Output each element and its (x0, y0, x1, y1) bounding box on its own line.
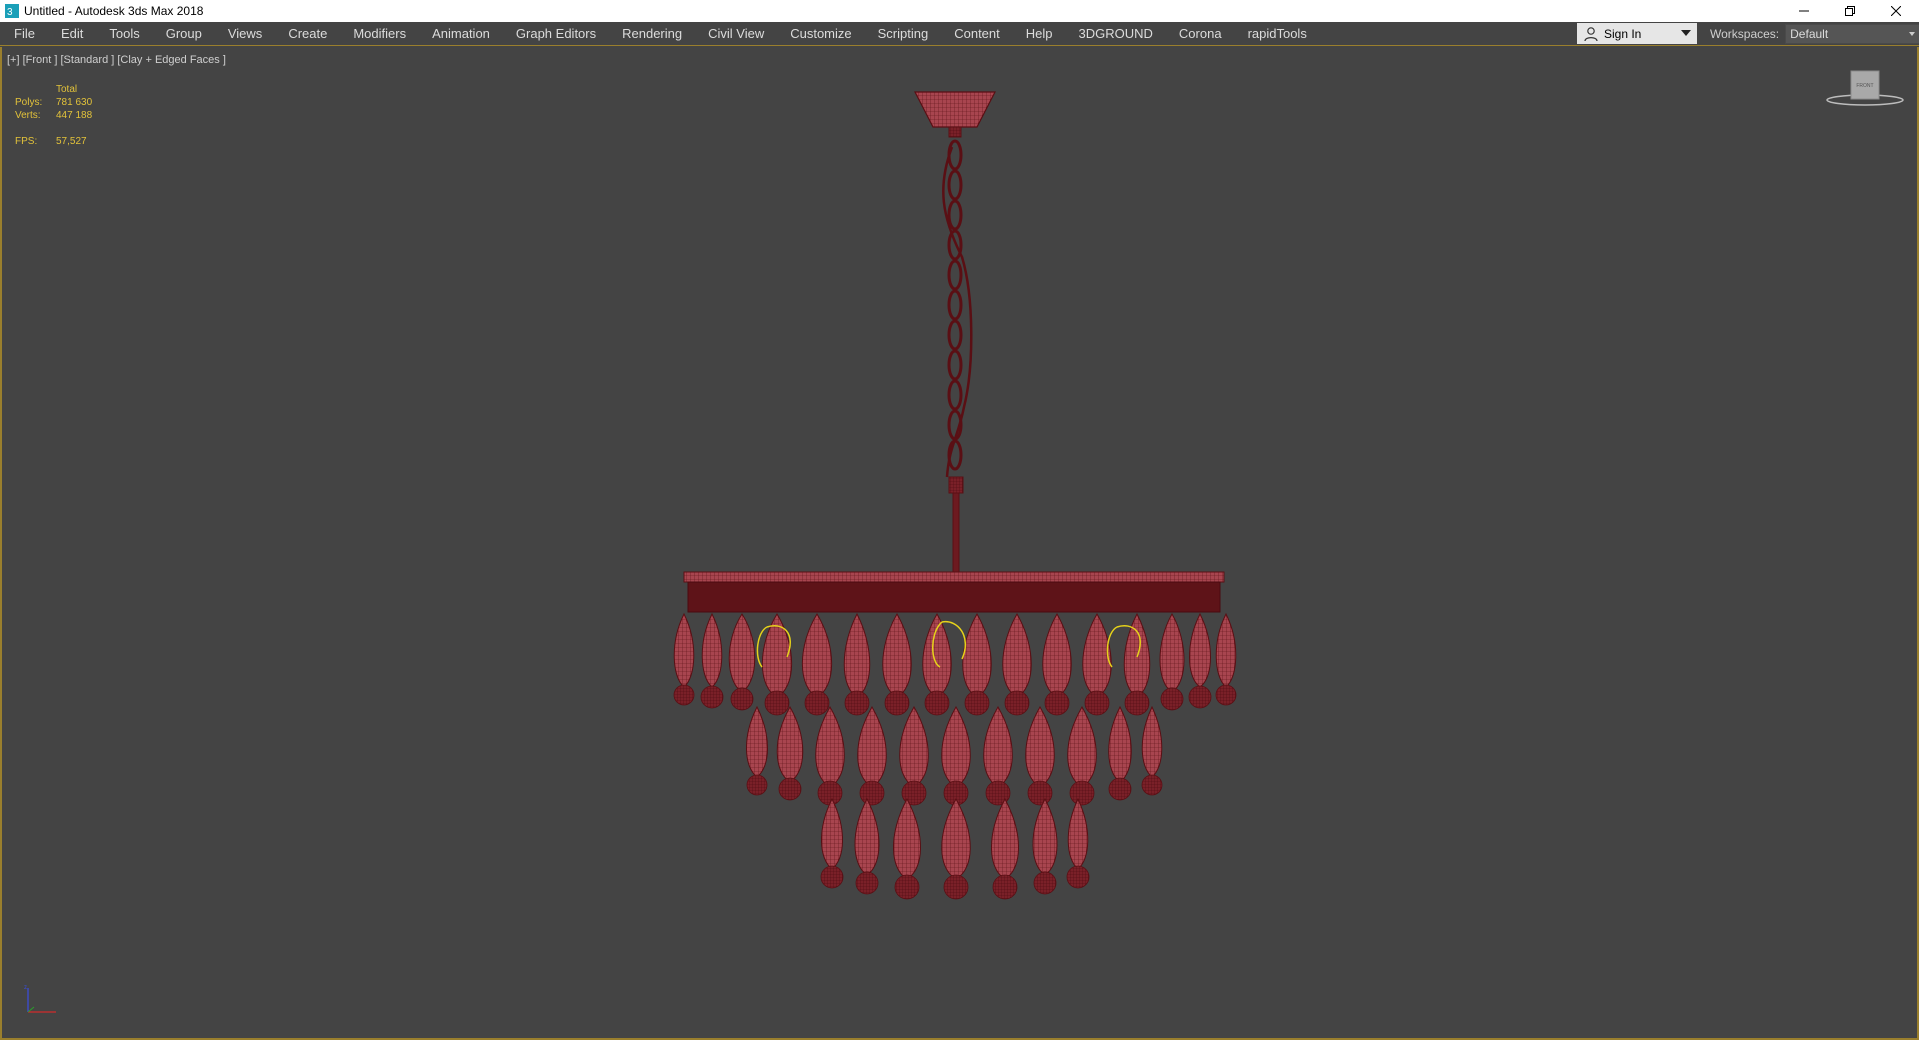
workspaces-label: Workspaces: (1710, 26, 1780, 41)
menu-corona[interactable]: Corona (1166, 22, 1235, 46)
tier-3-crystals (821, 797, 1089, 880)
rod (952, 492, 960, 574)
menu-edit[interactable]: Edit (48, 22, 96, 46)
viewport-statistics: Total Polys: 781 630 Verts: 447 188 FPS: 57… (15, 83, 92, 148)
close-button[interactable] (1873, 0, 1919, 22)
workspaces-value: Default (1790, 26, 1829, 41)
tier-2-crystals (746, 705, 1163, 788)
axis-tripod-icon: z (24, 985, 56, 1013)
menu-rendering[interactable]: Rendering (609, 22, 695, 46)
verts-label: Verts: (15, 110, 41, 121)
chevron-down-icon (1909, 31, 1916, 36)
tier-1-crystals (673, 612, 1237, 698)
frame-top-ring (683, 571, 1225, 583)
sign-in-button[interactable]: Sign In (1577, 23, 1697, 44)
title-bar: 3 Untitled - Autodesk 3ds Max 2018 (0, 0, 1919, 22)
menu-file[interactable]: File (0, 22, 48, 46)
menu-views[interactable]: Views (215, 22, 275, 46)
front-viewport[interactable]: [+] [Front ] [Standard ] [Clay + Edged F… (0, 47, 1919, 1040)
window-title: Untitled - Autodesk 3ds Max 2018 (24, 4, 204, 18)
viewport-label-menu[interactable]: [+] [Front ] [Standard ] [Clay + Edged F… (7, 54, 226, 66)
menu-customize[interactable]: Customize (777, 22, 864, 46)
verts-value: 447 188 (56, 110, 93, 121)
3dsmax-app-icon: 3 (5, 4, 19, 18)
user-icon (1584, 26, 1598, 41)
fps-value: 57,527 (56, 136, 87, 147)
menu-create[interactable]: Create (275, 22, 340, 46)
fps-label: FPS: (15, 136, 38, 147)
menu-group[interactable]: Group (153, 22, 215, 46)
menu-civil-view[interactable]: Civil View (695, 22, 777, 46)
menu-3dground[interactable]: 3DGROUND (1066, 22, 1166, 46)
restore-icon (1845, 6, 1855, 16)
chevron-down-icon (1681, 30, 1691, 36)
frame-band (687, 581, 1221, 613)
minimize-icon (1799, 10, 1809, 12)
minimize-button[interactable] (1781, 0, 1827, 22)
chain (942, 139, 973, 478)
menu-modifiers[interactable]: Modifiers (340, 22, 419, 46)
polys-label: Polys: (15, 97, 43, 108)
restore-button[interactable] (1827, 0, 1873, 22)
workspaces-dropdown[interactable]: Default (1785, 23, 1919, 44)
svg-text:3: 3 (7, 7, 13, 18)
workspaces-control: Workspaces: Default (1710, 23, 1919, 44)
canopy (914, 91, 996, 128)
rod-connector (948, 476, 964, 494)
sign-in-label: Sign In (1604, 26, 1642, 41)
menu-content[interactable]: Content (941, 22, 1013, 46)
menu-help[interactable]: Help (1013, 22, 1066, 46)
polys-value: 781 630 (56, 97, 93, 108)
menu-graph-editors[interactable]: Graph Editors (503, 22, 609, 46)
menu-animation[interactable]: Animation (419, 22, 503, 46)
chandelier-model[interactable] (662, 67, 1262, 987)
stats-header: Total (56, 84, 78, 95)
menu-tools[interactable]: Tools (96, 22, 152, 46)
menu-rapidtools[interactable]: rapidTools (1235, 22, 1320, 46)
close-icon (1891, 6, 1901, 16)
svg-text:z: z (24, 985, 27, 991)
viewcube-face-label: FRONT (1856, 83, 1873, 89)
menu-scripting[interactable]: Scripting (865, 22, 942, 46)
viewcube[interactable]: FRONT (1823, 67, 1907, 117)
